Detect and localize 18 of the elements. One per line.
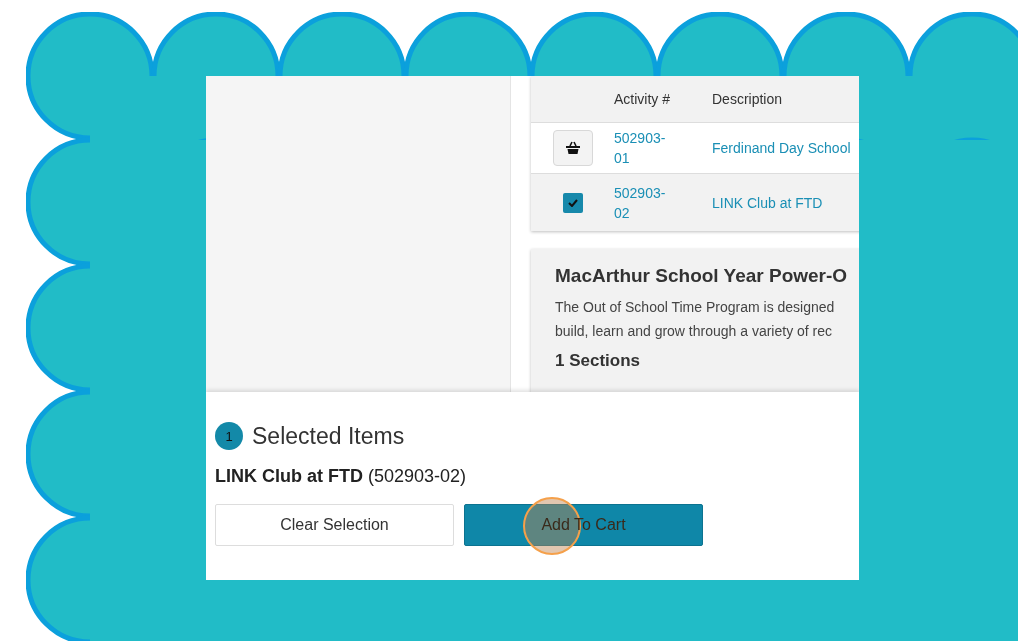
column-header: Activity #: [614, 91, 670, 107]
program-description: The Out of School Time Program is designed: [555, 298, 836, 317]
activity-number-link[interactable]: 502903- 02: [614, 182, 666, 223]
program-description: build, learn and grow through a variety of rec: [555, 322, 834, 341]
add-to-cart-button[interactable]: [552, 130, 593, 166]
count-badge: 1: [215, 422, 243, 450]
activity-description-link[interactable]: Ferdinand Day School: [712, 138, 851, 158]
checkbox[interactable]: [562, 192, 583, 213]
selected-item-text: LINK Club at FTD (502903-02): [215, 466, 468, 487]
basket-icon: [564, 141, 581, 155]
program-title: MacArthur School Year Power-O: [555, 265, 849, 287]
checkmark-icon: [567, 198, 578, 207]
clear-selection-button[interactable]: Clear Selection: [215, 504, 454, 546]
column-header: Description: [712, 91, 783, 107]
activity-description-link[interactable]: LINK Club at FTD: [712, 192, 823, 213]
sections-count: 1 Sections: [555, 351, 642, 371]
activity-number-link[interactable]: 502903- 01: [614, 128, 666, 168]
selected-items-title: Selected Items: [252, 422, 405, 450]
